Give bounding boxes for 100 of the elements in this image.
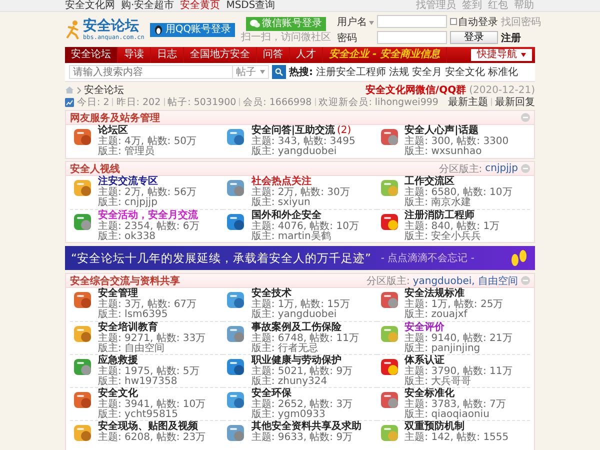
section-title[interactable]: 网友服务及站务管理 xyxy=(70,110,160,124)
forum-title[interactable]: 安全评价 xyxy=(404,323,445,334)
forum-title[interactable]: 注册消防工程师 xyxy=(404,211,475,222)
forum-title[interactable]: 安全培训教育 xyxy=(98,323,158,334)
hot-search-link[interactable]: 安全月 xyxy=(412,65,442,79)
forum-stats: 主题: 5021, 帖数: 9万 xyxy=(251,366,353,376)
forum-title[interactable]: 安全活动，安全月交流 xyxy=(98,211,198,222)
home-icon[interactable] xyxy=(65,86,74,94)
forum-moderator: 版主: yangduobei xyxy=(251,147,338,158)
hot-search-label: 热搜: xyxy=(289,66,313,79)
forum-stats: 主题: 3790, 帖数: 11万 xyxy=(404,366,512,376)
forum-icon xyxy=(72,177,94,199)
forum-stat: 帖子: 5031900 xyxy=(168,96,236,108)
forum-title[interactable]: 其他安全资料共享及求助 xyxy=(251,422,362,432)
latest-link[interactable]: 最新主题 xyxy=(448,95,488,109)
forum-title[interactable]: 安全问答|互助交流 xyxy=(251,126,335,136)
forum-stats: 主题: 300, 帖数: 3300 xyxy=(404,136,509,146)
forum-title[interactable]: 安全技术 xyxy=(251,289,292,300)
section-moderators-label: 分区版主: xyxy=(438,162,482,175)
forum-stats: 主题: 1975, 帖数: 5万 xyxy=(98,366,200,376)
banner-quote: “安全论坛十几年的发展延续，承载着安全人的万千足迹” xyxy=(71,250,371,266)
forum-moderator: 版主: 大兵哥哥 xyxy=(404,377,472,387)
forum-icon xyxy=(378,177,401,199)
collapse-icon[interactable] xyxy=(521,276,530,285)
forum-stat: 会员: 1666998 xyxy=(243,96,312,108)
username-field[interactable] xyxy=(377,15,448,28)
forum-title[interactable]: 社会热点关注 xyxy=(251,177,312,188)
password-field[interactable] xyxy=(377,31,448,44)
section-title[interactable]: 安全人视线 xyxy=(70,162,120,176)
search-field[interactable]: 请输入搜索内容 帖子 xyxy=(69,65,269,79)
penguin-icon xyxy=(154,24,164,34)
logo-title: 安全论坛 xyxy=(83,18,140,34)
forum-stats: 主题: 343, 帖数: 3495 xyxy=(251,136,356,146)
breadcrumb-link[interactable]: 安全论坛 xyxy=(84,83,124,97)
forum-stats: 主题: 2万, 帖数: 30万 xyxy=(251,188,350,198)
quick-nav-button[interactable]: 快捷导航 xyxy=(471,49,532,61)
hot-search-link[interactable]: 注册安全工程师 xyxy=(316,65,386,79)
forum-title[interactable]: 安全现场、贴图及视频 xyxy=(98,422,198,432)
forum-stats: 主题: 4076, 帖数: 10万 xyxy=(251,222,359,232)
forum-stats: 主题: 840, 帖数: 1万 xyxy=(404,222,500,232)
forum-icon xyxy=(72,389,94,411)
forum-stats: 主题: 9140, 帖数: 21万 xyxy=(404,334,512,344)
collapse-icon[interactable] xyxy=(521,113,530,122)
forum-title[interactable]: 安全人心声|话题 xyxy=(404,126,478,136)
forum-title[interactable]: 体系认证 xyxy=(404,356,445,366)
section-moderators-link[interactable]: yangduobei, 自由空间 xyxy=(412,274,518,288)
search-icon xyxy=(275,68,283,76)
password-label: 密码 xyxy=(337,32,358,44)
qq-login-button[interactable]: 用QQ账号登录 xyxy=(150,22,236,36)
forum-icon xyxy=(378,356,401,378)
forum-title[interactable]: 职业健康与劳动保护 xyxy=(251,356,342,366)
hot-search-link[interactable]: 安全文化 xyxy=(445,65,485,79)
forum-icon xyxy=(378,211,401,233)
hot-search-link[interactable]: 法规 xyxy=(389,65,409,79)
forum-moderator: 版主: 管理员 xyxy=(98,147,156,158)
forum-stats: 主题: 4万, 帖数: 50万 xyxy=(98,136,197,146)
caret-icon xyxy=(369,20,374,24)
register-link[interactable]: 注册 xyxy=(501,30,542,44)
section-title[interactable]: 安全综合交流与资料共享 xyxy=(70,274,180,288)
forum-title[interactable]: 应急救援 xyxy=(98,356,138,366)
username-label[interactable]: 用户名 xyxy=(337,14,374,28)
forum-title[interactable]: 安全管理 xyxy=(98,289,138,300)
search-scope-dropdown[interactable]: 帖子 xyxy=(232,66,268,78)
forum-title[interactable]: 注安交流专区 xyxy=(98,177,158,188)
forum-stats: 主题: 1万, 帖数: 15万 xyxy=(251,300,350,310)
notice-link[interactable]: 安全文化网微信/QQ群 xyxy=(365,83,466,97)
forum-title[interactable]: 安全环保 xyxy=(251,389,292,400)
forum-stats: 主题: 2万, 帖数: 56万 xyxy=(98,188,197,198)
search-button[interactable] xyxy=(272,65,286,79)
forum-moderator: 版主: zhuny324 xyxy=(251,377,328,387)
promo-banner[interactable]: “安全论坛十几年的发展延续，承载着安全人的万千足迹” - 点点滴滴不会忘记 - xyxy=(65,246,535,270)
forum-stats: 主题: 142, 帖数: 1555 xyxy=(404,432,509,443)
caret-icon xyxy=(521,53,526,57)
section-moderators-link[interactable]: cnjpjjp xyxy=(485,163,518,174)
auto-login-checkbox[interactable]: 自动登录 xyxy=(450,14,498,28)
forum-title[interactable]: 安全标准化 xyxy=(404,389,455,400)
forum-stat: 欢迎新会员: lihongwei999 xyxy=(318,96,438,108)
hot-search-link[interactable]: 标准化 xyxy=(488,65,518,79)
nav-item[interactable]: 安全论坛 xyxy=(65,47,118,63)
forum-title[interactable]: 论坛区 xyxy=(98,126,128,136)
chat-bubbles-icon xyxy=(250,19,260,28)
forum-moderator: 版主: 南京水建 xyxy=(404,198,472,208)
top-link[interactable]: MSDS查询 xyxy=(226,0,276,12)
forum-title[interactable]: 安全文化 xyxy=(98,389,138,400)
forum-title[interactable]: 事故案例及工伤保险 xyxy=(251,323,342,334)
forum-moderator: 版主: sxiyun xyxy=(251,198,312,208)
forum-title[interactable]: 工作交流区 xyxy=(404,177,455,188)
forum-moderator: 版主: cnjpjjp xyxy=(98,198,158,208)
footprints-icon xyxy=(509,249,529,267)
forum-stat: 昨日: 202 xyxy=(116,96,161,108)
forum-stats: 主题: 9633, 帖数: 9万 xyxy=(251,432,354,443)
latest-link[interactable]: 最新回复 xyxy=(495,95,535,109)
caret-icon xyxy=(260,70,265,74)
forum-icon xyxy=(72,422,94,444)
forum-stats: 主题: 6208, 帖数: 23万 xyxy=(98,432,206,443)
forum-title[interactable]: 国外和外企安全 xyxy=(251,211,322,222)
login-button[interactable]: 登录 xyxy=(450,31,498,44)
forum-moderator: 版主: ok338 xyxy=(98,232,157,242)
forum-icon xyxy=(378,389,401,411)
collapse-icon[interactable] xyxy=(521,164,530,173)
